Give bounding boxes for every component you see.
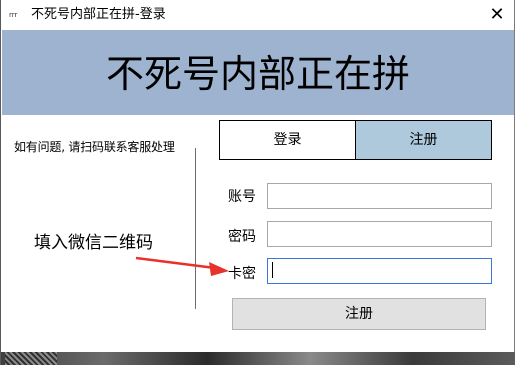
- app-icon: rrr: [9, 11, 18, 19]
- password-input[interactable]: [267, 221, 492, 247]
- arrow-head: [209, 262, 229, 276]
- password-label: 密码: [228, 229, 256, 245]
- text-caret: [272, 262, 273, 278]
- arrow-shaft: [135, 256, 216, 270]
- card-key-label: 卡密: [228, 266, 256, 282]
- qr-code-placeholder: 填入微信二维码: [34, 233, 153, 253]
- background-strip-texture: [5, 352, 57, 365]
- window-title: 不死号内部正在拼-登录: [31, 7, 166, 22]
- account-input[interactable]: [267, 183, 492, 209]
- card-key-input[interactable]: [267, 258, 492, 284]
- title-bar: rrr 不死号内部正在拼-登录 ✕: [1, 0, 514, 30]
- account-label: 账号: [228, 189, 256, 205]
- tab-register[interactable]: 注册: [355, 120, 492, 160]
- banner-title: 不死号内部正在拼: [105, 52, 410, 96]
- register-submit-button[interactable]: 注册: [232, 298, 486, 330]
- tab-login[interactable]: 登录: [219, 120, 356, 160]
- close-icon[interactable]: ✕: [479, 0, 515, 30]
- help-text: 如有问题, 请扫码联系客服处理: [14, 140, 175, 154]
- login-window: rrr 不死号内部正在拼-登录 ✕ 不死号内部正在拼 如有问题, 请扫码联系客服…: [0, 0, 515, 365]
- vertical-divider: [195, 148, 196, 309]
- background-strip: [1, 352, 515, 365]
- banner: 不死号内部正在拼: [2, 30, 514, 115]
